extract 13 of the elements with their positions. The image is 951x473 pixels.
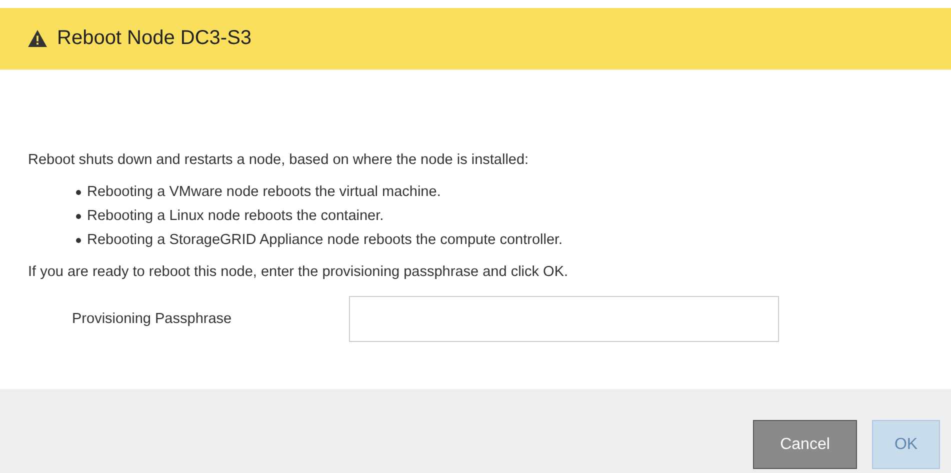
warning-icon [28, 30, 47, 47]
instruction-text: If you are ready to reboot this node, enter the provisioning passphrase and click OK. [28, 264, 570, 280]
bullet-text: Rebooting a StorageGRID Appliance node reboots the compute controller. [87, 232, 563, 248]
bullet-icon [76, 214, 81, 218]
dialog-title: Reboot Node DC3-S3 [57, 27, 252, 50]
passphrase-field[interactable] [349, 296, 779, 342]
field-label: Provisioning Passphrase [72, 311, 233, 327]
bullet-text: Rebooting a VMware node reboots the virtual machine. [87, 184, 441, 200]
bullet-icon [76, 238, 81, 242]
bullet-text: Rebooting a Linux node reboots the container. [87, 208, 384, 224]
intro-text: Reboot shuts down and restarts a node, based on where the node is installed: [28, 152, 530, 168]
bullet-icon [76, 190, 81, 194]
dialog-button[interactable]: Cancel [753, 420, 857, 469]
